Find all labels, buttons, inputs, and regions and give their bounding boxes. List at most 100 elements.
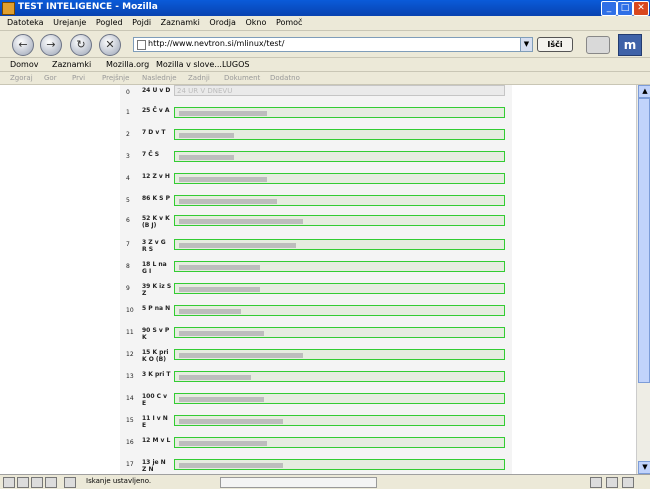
scroll-up-icon[interactable]: ▲ [638, 85, 650, 98]
scroll-down-icon[interactable]: ▼ [638, 461, 650, 474]
site-nav-previous[interactable]: Prejšnje [102, 73, 129, 83]
answer-field[interactable] [174, 415, 505, 426]
question-label: 7 D v T [142, 129, 166, 136]
window-title: TEST INTELIGENCE - Mozilla [18, 2, 158, 12]
redacted-answer [179, 265, 260, 270]
menu-help[interactable]: Pomoč [276, 16, 303, 30]
answer-field[interactable]: 24 UR V DNEVU [174, 85, 505, 96]
question-label: 25 Č v A [142, 107, 170, 114]
answer-field[interactable] [174, 437, 505, 448]
question-number: 6 [126, 217, 130, 224]
url-text[interactable]: http://www.nevtron.si/mlinux/test/ [148, 39, 284, 48]
menu-view[interactable]: Pogled [96, 16, 123, 30]
question-label: 3 Z v G R S [142, 239, 166, 253]
question-label: 12 Z v H [142, 173, 170, 180]
question-label: 39 K iz S Z [142, 283, 172, 297]
redacted-answer [179, 111, 267, 116]
question-label: 24 U v D [142, 87, 171, 94]
reload-icon[interactable]: ↻ [70, 34, 92, 56]
question-label: 13 je N Z N [142, 459, 166, 473]
throbber-icon[interactable]: m [618, 34, 642, 56]
status-bar: Iskanje ustavljeno. [0, 474, 650, 489]
forward-icon[interactable]: → [40, 34, 62, 56]
mail-icon[interactable] [17, 477, 29, 488]
redacted-answer [179, 133, 234, 138]
personal-toolbar: Domov Zaznamki Mozilla.org Mozilla v slo… [0, 58, 650, 72]
answer-text: 24 UR V DNEVU [177, 87, 233, 95]
question-number: 2 [126, 131, 130, 138]
answer-field[interactable] [174, 283, 505, 294]
minimize-button[interactable]: _ [601, 1, 617, 16]
question-number: 12 [126, 351, 134, 358]
redacted-answer [179, 375, 251, 380]
bookmark-lugos[interactable]: LUGOS [222, 59, 250, 70]
scroll-thumb[interactable] [638, 98, 650, 383]
stop-icon[interactable]: ✕ [99, 34, 121, 56]
question-number: 17 [126, 461, 134, 468]
redacted-answer [179, 397, 264, 402]
progress-bar [220, 477, 377, 488]
bookmark-mozilla-org[interactable]: Mozilla.org [106, 59, 149, 70]
bookmark-mozilla-slo[interactable]: Mozilla v slove... [156, 59, 222, 70]
redacted-answer [179, 287, 260, 292]
online-icon [590, 477, 602, 488]
menu-go[interactable]: Pojdi [132, 16, 151, 30]
close-button[interactable]: ✕ [633, 1, 649, 16]
answer-field[interactable] [174, 239, 505, 250]
answer-field[interactable] [174, 195, 505, 206]
site-nav-first[interactable]: Prvi [72, 73, 85, 83]
menu-edit[interactable]: Urejanje [53, 16, 86, 30]
answer-field[interactable] [174, 107, 505, 118]
redacted-answer [179, 309, 241, 314]
question-number: 3 [126, 153, 130, 160]
redacted-answer [179, 331, 264, 336]
bookmark-folder[interactable]: Zaznamki [52, 59, 91, 70]
answer-field[interactable] [174, 327, 505, 338]
composer-icon[interactable] [31, 477, 43, 488]
bookmark-home[interactable]: Domov [10, 59, 38, 70]
maximize-button[interactable]: □ [617, 1, 633, 16]
vertical-scrollbar[interactable]: ▲ ▼ [636, 85, 650, 474]
answer-field[interactable] [174, 305, 505, 316]
answer-field[interactable] [174, 151, 505, 162]
menu-tools[interactable]: Orodja [209, 16, 236, 30]
site-nav-top[interactable]: Zgoraj [10, 73, 33, 83]
answer-field[interactable] [174, 215, 505, 226]
menu-window[interactable]: Okno [245, 16, 266, 30]
addressbook-icon[interactable] [45, 477, 57, 488]
site-nav-document[interactable]: Dokument [224, 73, 260, 83]
site-nav-next[interactable]: Naslednje [142, 73, 177, 83]
question-label: 15 K pri K O (B) [142, 349, 169, 363]
menu-file[interactable]: Datoteka [7, 16, 44, 30]
site-nav-last[interactable]: Zadnji [188, 73, 210, 83]
question-number: 7 [126, 241, 130, 248]
menu-bookmarks[interactable]: Zaznamki [161, 16, 200, 30]
answer-field[interactable] [174, 173, 505, 184]
site-nav-more[interactable]: Dodatno [270, 73, 300, 83]
answer-field[interactable] [174, 393, 505, 404]
redacted-answer [179, 199, 277, 204]
redacted-answer [179, 219, 303, 224]
print-icon[interactable] [586, 36, 610, 54]
question-number: 10 [126, 307, 134, 314]
search-button[interactable]: Išči [537, 37, 573, 52]
redacted-answer [179, 155, 234, 160]
navigator-icon[interactable] [3, 477, 15, 488]
question-label: 7 Č S [142, 151, 160, 158]
back-icon[interactable]: ← [12, 34, 34, 56]
answer-field[interactable] [174, 129, 505, 140]
answer-field[interactable] [174, 459, 505, 470]
answer-field[interactable] [174, 261, 505, 272]
question-number: 9 [126, 285, 130, 292]
question-number: 16 [126, 439, 134, 446]
url-dropdown-icon[interactable]: ▼ [520, 38, 532, 51]
question-label: 90 S v P K [142, 327, 170, 341]
redacted-answer [179, 441, 267, 446]
question-label: 5 P na N [142, 305, 171, 312]
site-nav-up[interactable]: Gor [44, 73, 57, 83]
answer-field[interactable] [174, 371, 505, 382]
app-icon [2, 2, 15, 15]
url-bar[interactable]: http://www.nevtron.si/mlinux/test/ ▼ [133, 37, 533, 52]
menu-bar: Datoteka Urejanje Pogled Pojdi Zaznamki … [0, 16, 650, 31]
answer-field[interactable] [174, 349, 505, 360]
